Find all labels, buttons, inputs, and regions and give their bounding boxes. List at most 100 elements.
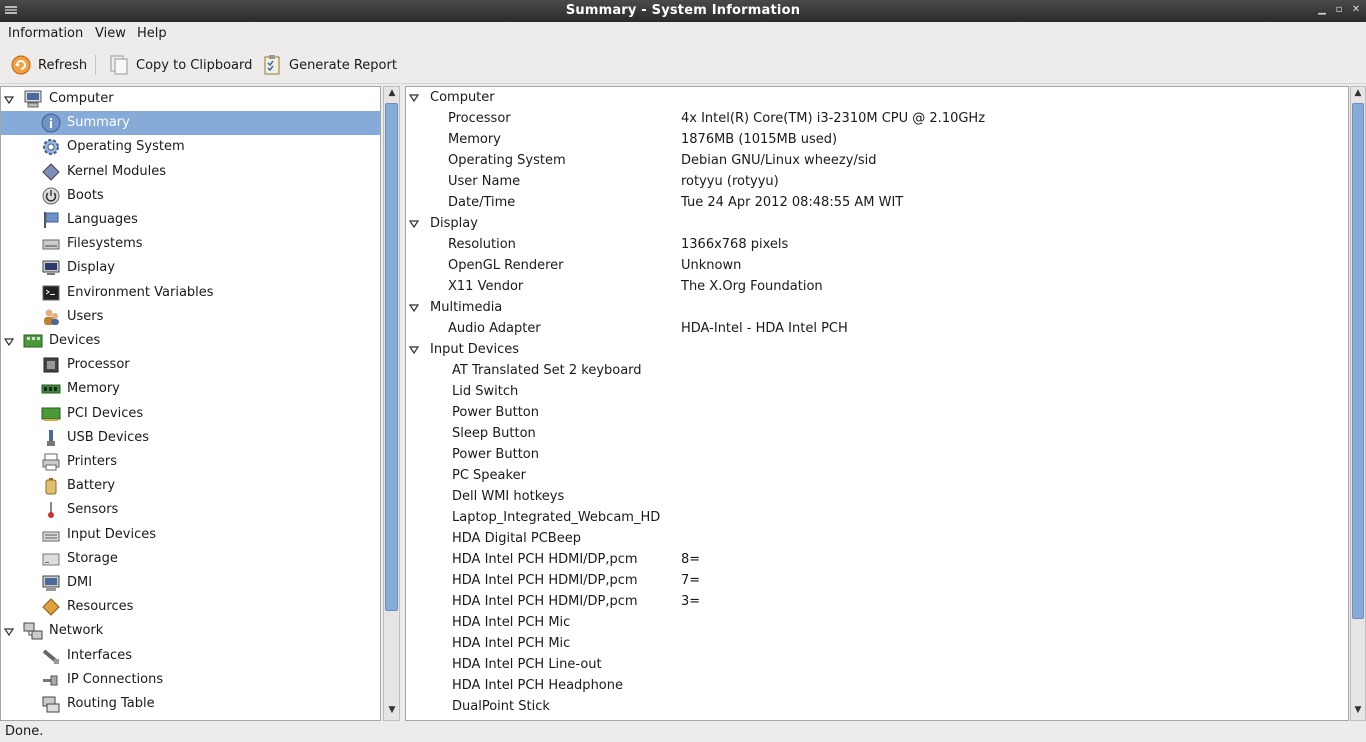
expander-icon[interactable] xyxy=(408,92,420,103)
sidebar-item-label: Memory xyxy=(67,381,120,397)
scrollbar-thumb[interactable] xyxy=(1352,103,1364,619)
close-icon[interactable]: ✕ xyxy=(1350,4,1362,16)
property-key: Operating System xyxy=(448,153,566,168)
sidebar-item-usb-devices[interactable]: USB Devices xyxy=(1,426,380,450)
device-row[interactable]: Sleep Button xyxy=(406,423,1348,444)
property-row[interactable]: Processor 4x Intel(R) Core(TM) i3-2310M C… xyxy=(406,108,1348,129)
property-key: Processor xyxy=(448,111,511,126)
sidebar-item-sensors[interactable]: Sensors xyxy=(1,498,380,522)
sidebar-item-pci-devices[interactable]: PCI Devices xyxy=(1,402,380,426)
device-row[interactable]: HDA Intel PCH Headphone xyxy=(406,675,1348,696)
details-scrollbar[interactable]: ▲ ▼ xyxy=(1350,86,1366,721)
expander-icon[interactable] xyxy=(408,302,420,313)
menu-view[interactable]: View xyxy=(95,26,126,41)
menu-help[interactable]: Help xyxy=(137,26,167,41)
scrollbar-thumb[interactable] xyxy=(385,103,398,611)
expander-icon[interactable] xyxy=(3,94,15,105)
sidebar-item-users[interactable]: Users xyxy=(1,305,380,329)
report-icon xyxy=(264,55,280,75)
device-row[interactable]: PC Speaker xyxy=(406,465,1348,486)
device-row[interactable]: DualPoint Stick xyxy=(406,696,1348,717)
minimize-icon[interactable]: ▁ xyxy=(1316,4,1328,16)
property-row[interactable]: User Name rotyyu (rotyyu) xyxy=(406,171,1348,192)
device-row[interactable]: HDA Intel PCH Line-out xyxy=(406,654,1348,675)
sidebar-item-input-devices[interactable]: Input Devices xyxy=(1,523,380,547)
property-row[interactable]: Date/Time Tue 24 Apr 2012 08:48:55 AM WIT xyxy=(406,192,1348,213)
sidebar-item-printers[interactable]: Printers xyxy=(1,450,380,474)
details-pane[interactable]: Computer Processor 4x Intel(R) Core(TM) i3… xyxy=(405,86,1349,721)
expander-icon[interactable] xyxy=(408,344,420,355)
device-row[interactable]: Power Button xyxy=(406,444,1348,465)
property-row[interactable]: Memory 1876MB (1015MB used) xyxy=(406,129,1348,150)
property-value: Tue 24 Apr 2012 08:48:55 AM WIT xyxy=(681,195,904,210)
scroll-down-arrow[interactable]: ▼ xyxy=(386,705,398,715)
device-row[interactable]: HDA Intel PCH Mic xyxy=(406,633,1348,654)
expander-icon[interactable] xyxy=(408,218,420,229)
sidebar-item-memory[interactable]: Memory xyxy=(1,377,380,401)
menu-information[interactable]: Information xyxy=(8,26,83,41)
property-row[interactable]: Operating System Debian GNU/Linux wheezy/… xyxy=(406,150,1348,171)
navigation-scrollbar[interactable]: ▲ ▼ xyxy=(383,86,400,721)
device-row[interactable]: HDA Intel PCH HDMI/DP,pcm 7= xyxy=(406,570,1348,591)
board-icon xyxy=(23,331,43,351)
expander-icon[interactable] xyxy=(3,626,15,637)
tree-category-devices[interactable]: Devices xyxy=(1,329,380,353)
property-key: Date/Time xyxy=(448,195,516,210)
scroll-down-arrow[interactable]: ▼ xyxy=(1352,705,1364,715)
power-icon xyxy=(41,186,61,206)
device-row[interactable]: HDA Intel PCH Mic xyxy=(406,612,1348,633)
sidebar-item-display[interactable]: Display xyxy=(1,256,380,280)
sidebar-item-kernel-modules[interactable]: Kernel Modules xyxy=(1,160,380,184)
info-icon xyxy=(41,113,61,133)
flag-icon xyxy=(41,210,61,230)
device-row[interactable]: HDA Intel PCH HDMI/DP,pcm 8= xyxy=(406,549,1348,570)
property-value: 3= xyxy=(681,594,701,609)
scroll-up-arrow[interactable]: ▲ xyxy=(1352,88,1364,98)
copy-label: Copy to Clipboard xyxy=(136,57,253,73)
sidebar-item-interfaces[interactable]: Interfaces xyxy=(1,644,380,668)
property-row[interactable]: X11 Vendor The X.Org Foundation xyxy=(406,276,1348,297)
sidebar-item-processor[interactable]: Processor xyxy=(1,353,380,377)
sidebar-item-battery[interactable]: Battery xyxy=(1,474,380,498)
tree-category-network[interactable]: Network xyxy=(1,619,380,643)
device-row[interactable]: Power Button xyxy=(406,402,1348,423)
expander-icon[interactable] xyxy=(3,336,15,347)
sidebar-item-summary[interactable]: Summary xyxy=(1,111,380,136)
navigation-tree[interactable]: Computer Summary Operating System Kernel Mo… xyxy=(0,86,381,721)
sidebar-item-routing-table[interactable]: Routing Table xyxy=(1,692,380,716)
sidebar-item-operating-system[interactable]: Operating System xyxy=(1,135,380,159)
sidebar-item-boots[interactable]: Boots xyxy=(1,184,380,208)
property-row[interactable]: Audio Adapter HDA-Intel - HDA Intel PCH xyxy=(406,318,1348,339)
property-value: 7= xyxy=(681,573,701,588)
generate-report-button[interactable]: Generate Report xyxy=(261,54,397,76)
sidebar-item-dmi[interactable]: DMI xyxy=(1,571,380,595)
refresh-button[interactable]: Refresh xyxy=(10,54,87,76)
section-header[interactable]: Display xyxy=(406,213,1348,234)
section-header[interactable]: Input Devices xyxy=(406,339,1348,360)
property-row[interactable]: Resolution 1366x768 pixels xyxy=(406,234,1348,255)
device-row[interactable]: HDA Intel PCH HDMI/DP,pcm 3= xyxy=(406,591,1348,612)
section-header[interactable]: Computer xyxy=(406,87,1348,108)
device-row[interactable]: Laptop_Integrated_Webcam_HD xyxy=(406,507,1348,528)
sidebar-item-filesystems[interactable]: Filesystems xyxy=(1,232,380,256)
sidebar-item-languages[interactable]: Languages xyxy=(1,208,380,232)
property-key: HDA Intel PCH HDMI/DP,pcm xyxy=(452,573,638,588)
device-row[interactable]: Lid Switch xyxy=(406,381,1348,402)
copy-to-clipboard-button[interactable]: Copy to Clipboard xyxy=(108,54,252,76)
device-row[interactable]: HDA Digital PCBeep xyxy=(406,528,1348,549)
usb-icon xyxy=(41,428,61,448)
sidebar-item-ip-connections[interactable]: IP Connections xyxy=(1,668,380,692)
device-row[interactable]: AT Translated Set 2 keyboard xyxy=(406,360,1348,381)
maximize-icon[interactable]: ▫ xyxy=(1333,4,1345,16)
scroll-up-arrow[interactable]: ▲ xyxy=(386,88,398,98)
section-header[interactable]: Multimedia xyxy=(406,297,1348,318)
tree-category-computer[interactable]: Computer xyxy=(1,87,380,111)
property-key: HDA Intel PCH HDMI/DP,pcm xyxy=(452,552,638,567)
sidebar-item-environment-variables[interactable]: Environment Variables xyxy=(1,281,380,305)
property-key: HDA Digital PCBeep xyxy=(452,531,581,546)
sidebar-item-resources[interactable]: Resources xyxy=(1,595,380,619)
window-title: Summary - System Information xyxy=(565,3,801,18)
property-row[interactable]: OpenGL Renderer Unknown xyxy=(406,255,1348,276)
sidebar-item-storage[interactable]: Storage xyxy=(1,547,380,571)
device-row[interactable]: Dell WMI hotkeys xyxy=(406,486,1348,507)
